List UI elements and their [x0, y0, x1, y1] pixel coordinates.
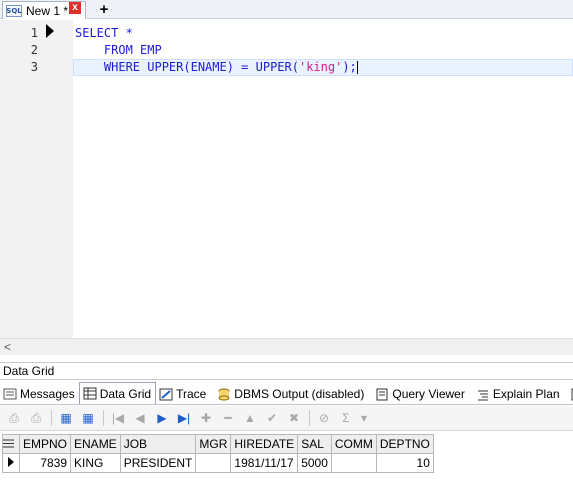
trace-icon — [159, 388, 173, 401]
document-tab-strip: SQL New 1 * x + — [0, 0, 573, 19]
grid-toolbar: ⎙ ⎙ ▦ ▦ |◀ ◀ ▶ ▶| ✚ ━ ▲ ✔ ✖ ⊘ Σ ▾ — [0, 406, 573, 431]
post-edit-icon[interactable]: ✔ — [263, 409, 281, 427]
data-grid-icon — [83, 387, 97, 400]
column-header[interactable]: COMM — [330, 434, 377, 454]
line-number: 2 — [30, 43, 38, 57]
sql-editor[interactable]: 1 2 3 SELECT * FROM EMP WHERE UPPER(ENAM… — [0, 20, 573, 338]
column-header[interactable]: ENAME — [70, 434, 121, 454]
sum-icon[interactable]: Σ — [337, 409, 355, 427]
unlock-icon[interactable]: ⎙ — [27, 409, 45, 427]
code-line-3: WHERE UPPER(ENAME) = UPPER('king'); — [75, 59, 358, 75]
table-row[interactable]: 7839 KING PRESIDENT 1981/11/17 5000 10 — [2, 453, 434, 473]
tab-data-grid[interactable]: Data Grid — [78, 382, 157, 404]
execution-pointer-icon — [46, 24, 54, 38]
code-segment: ); — [342, 60, 357, 74]
toolbar-separator — [51, 410, 52, 426]
column-header[interactable]: SAL — [297, 434, 332, 454]
filter-icon[interactable]: ⊘ — [315, 409, 333, 427]
tab-label: Data Grid — [99, 386, 152, 401]
dbms-output-icon — [217, 388, 231, 401]
toolbar-separator — [309, 410, 310, 426]
tab-label: DBMS Output (disabled) — [234, 387, 365, 401]
tab-messages[interactable]: Messages — [0, 384, 79, 404]
last-record-icon[interactable]: ▶| — [175, 409, 193, 427]
line-number: 3 — [30, 60, 38, 74]
new-tab-button[interactable]: + — [97, 1, 111, 18]
explain-plan-icon — [476, 388, 490, 401]
code-line-1: SELECT * — [75, 26, 133, 40]
text-caret — [356, 61, 358, 74]
sql-file-icon: SQL — [6, 4, 22, 17]
tab-more[interactable]: S — [568, 384, 573, 404]
close-tab-icon[interactable]: x — [69, 2, 81, 14]
delete-record-icon[interactable]: ━ — [219, 409, 237, 427]
code-line-2: FROM EMP — [75, 43, 162, 57]
prior-record-icon[interactable]: ◀ — [131, 409, 149, 427]
edit-record-icon[interactable]: ▲ — [241, 409, 259, 427]
panel-title: Data Grid — [0, 362, 573, 380]
grid-menu-icon[interactable] — [2, 434, 20, 454]
line-number: 1 — [30, 26, 38, 40]
first-record-icon[interactable]: |◀ — [109, 409, 127, 427]
query-viewer-icon — [375, 388, 389, 401]
table-cell[interactable] — [195, 453, 232, 473]
column-header[interactable]: DEPTNO — [375, 434, 434, 454]
tab-label: Explain Plan — [492, 387, 560, 401]
lock-icon[interactable]: ⎙ — [5, 409, 23, 427]
table-cell[interactable]: 7839 — [18, 453, 72, 473]
tab-query-viewer[interactable]: Query Viewer — [372, 384, 468, 404]
string-literal: 'king' — [298, 60, 343, 74]
tab-label: Trace — [176, 387, 207, 401]
tab-trace[interactable]: Trace — [156, 384, 210, 404]
results-grid[interactable]: EMPNO ENAME JOB MGR HIREDATE SAL COMM DE… — [2, 434, 434, 473]
column-header[interactable]: EMPNO — [18, 434, 72, 454]
result-tabs: Messages Data Grid Trace DBMS Output (di… — [0, 382, 573, 405]
table-cell[interactable]: KING — [70, 453, 121, 473]
dropdown-icon[interactable]: ▾ — [359, 409, 369, 427]
toolbar-separator — [103, 410, 104, 426]
column-header[interactable]: HIREDATE — [230, 434, 299, 454]
cancel-edit-icon[interactable]: ✖ — [285, 409, 303, 427]
code-segment: WHERE UPPER(ENAME) = UPPER( — [75, 60, 299, 74]
tab-label: Messages — [20, 387, 75, 401]
tab-explain-plan[interactable]: Explain Plan — [473, 384, 564, 404]
next-record-icon[interactable]: ▶ — [153, 409, 171, 427]
current-row-indicator-icon — [2, 453, 20, 473]
column-header[interactable]: JOB — [119, 434, 197, 454]
scroll-left-icon[interactable]: < — [4, 340, 11, 354]
table-cell[interactable]: 10 — [375, 453, 434, 473]
insert-record-icon[interactable]: ✚ — [197, 409, 215, 427]
grid-header-row: EMPNO ENAME JOB MGR HIREDATE SAL COMM DE… — [2, 434, 434, 454]
table-cell[interactable] — [330, 453, 377, 473]
messages-icon — [3, 388, 17, 401]
refresh-grid-icon[interactable]: ▦ — [79, 409, 97, 427]
tab-dbms-output[interactable]: DBMS Output (disabled) — [214, 384, 368, 404]
document-tab-label: New 1 * — [26, 3, 69, 18]
grid-view-icon[interactable]: ▦ — [57, 409, 75, 427]
horizontal-scrollbar[interactable]: < — [0, 338, 573, 355]
table-cell[interactable]: 5000 — [297, 453, 332, 473]
table-cell[interactable]: PRESIDENT — [119, 453, 197, 473]
table-cell[interactable]: 1981/11/17 — [230, 453, 299, 473]
tab-label: Query Viewer — [392, 387, 465, 401]
column-header[interactable]: MGR — [195, 434, 232, 454]
